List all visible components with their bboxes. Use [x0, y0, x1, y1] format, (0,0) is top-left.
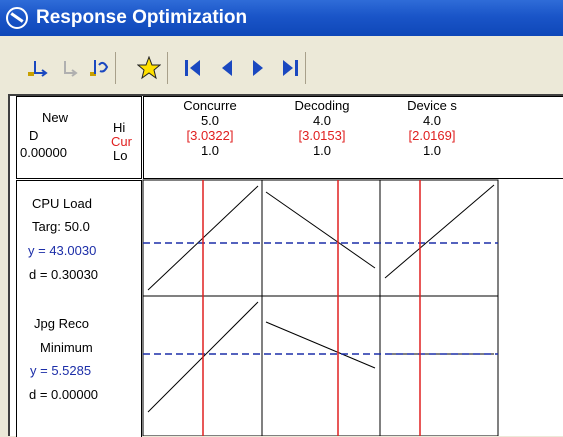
plot-cell[interactable]: [379, 295, 499, 436]
plot-cell[interactable]: [261, 295, 381, 436]
optimization-plot-grid: [142, 179, 499, 436]
grid-cells: [142, 179, 499, 436]
plot-cell[interactable]: [379, 179, 499, 297]
plot-cell[interactable]: [261, 179, 381, 297]
